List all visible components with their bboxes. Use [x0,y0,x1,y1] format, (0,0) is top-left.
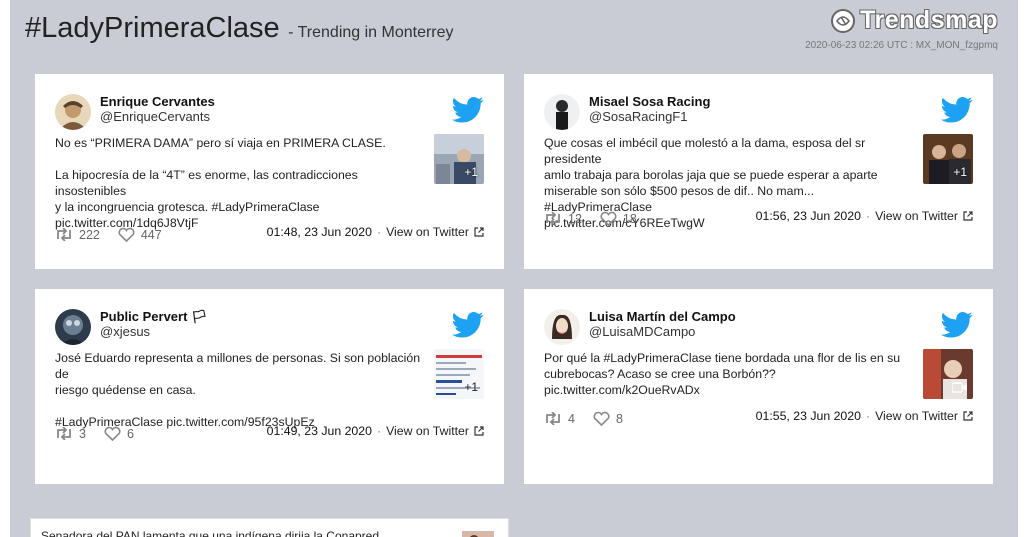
tweet-line[interactable]: pic.twitter.com/k2OueRvADx [544,382,914,398]
like-count: 8 [615,411,623,426]
twitter-bird-icon [452,97,484,123]
tweet-text: José Eduardo representa a millones de pe… [55,350,425,430]
view-on-twitter-link[interactable]: View on Twitter [875,209,958,223]
video-camera-icon [952,382,967,393]
tweet-line: No es “PRIMERA DAMA” pero sí viaja en PR… [55,136,386,150]
external-link-icon[interactable] [474,426,484,436]
media-thumbnail[interactable]: +1 [434,349,484,399]
tweet-stats: 3 6 [55,426,146,441]
heart-icon[interactable] [600,211,617,226]
separator-dot: · [865,409,871,423]
avatar[interactable] [55,94,91,130]
tweet-meta: 01:49, 23 Jun 2020 · View on Twitter [267,424,484,438]
retweet-count: 4 [568,411,575,426]
tweet-stats: 222 447 [55,227,174,242]
brand-name: Trendsmap [860,6,998,34]
tweet-time: 01:48, 23 Jun 2020 [266,225,372,239]
separator-dot: · [376,424,382,438]
tweet-text: No es “PRIMERA DAMA” pero sí viaja en PR… [55,135,425,231]
news-thumbnail [462,531,494,537]
twitter-bird-icon [941,97,973,123]
retweet-icon[interactable] [55,228,73,241]
author-name[interactable]: Luisa Martín del Campo [589,309,736,324]
like-count: 18 [622,211,637,226]
heart-icon[interactable] [104,426,121,441]
like-count: 6 [126,426,134,441]
author-name[interactable]: Enrique Cervantes [100,94,215,109]
trendsmap-brand[interactable]: Trendsmap [830,6,998,35]
tweet-text: Por qué la #LadyPrimeraClase tiene borda… [544,350,914,398]
news-headline[interactable]: Senadora del PAN lamenta que una indígen… [41,529,379,537]
tweet-line: amlo trabaja para borolas jaja que se pu… [544,168,878,182]
retweet-icon[interactable] [55,427,73,440]
twitter-bird-icon [941,312,973,338]
external-link-icon[interactable] [963,411,973,421]
separator-dot: · [865,209,871,223]
tweet-meta: 01:48, 23 Jun 2020 · View on Twitter [267,225,484,239]
media-thumbnail[interactable] [923,349,973,399]
tweet-card: Misael Sosa Racing @SosaRacingF1 Que cos… [524,74,993,269]
like-count: 447 [140,227,162,242]
author-handle[interactable]: @SosaRacingF1 [589,109,687,124]
trending-location: - Trending in Monterrey [288,24,454,41]
page-title[interactable]: #LadyPrimeraClase [25,12,280,44]
tweet-time: 01:49, 23 Jun 2020 [266,424,372,438]
retweet-count: 12 [568,211,582,226]
news-card[interactable]: Senadora del PAN lamenta que una indígen… [30,518,509,537]
tweet-card: Luisa Martín del Campo @LuisaMDCampo Por… [524,289,993,484]
avatar[interactable] [544,94,580,130]
trendsmap-logo-icon [831,8,856,33]
twitter-bird-icon [452,312,484,338]
avatar[interactable] [55,309,91,345]
timestamp-code: 2020-06-23 02:26 UTC : MX_MON_fzgpmq [805,40,998,51]
tweet-line: cubrebocas? Acaso se cree una Borbón?? [544,367,776,381]
tweet-line: La hipocresía de la “4T” es enorme, las … [55,168,358,198]
external-link-icon[interactable] [474,227,484,237]
separator-dot: · [376,225,382,239]
tweet-time: 01:55, 23 Jun 2020 [755,409,861,423]
page-header: #LadyPrimeraClase - Trending in Monterre… [25,12,454,45]
tweet-time: 01:56, 23 Jun 2020 [755,209,861,223]
media-thumbnail[interactable]: +1 [923,134,973,184]
page: #LadyPrimeraClase - Trending in Monterre… [10,0,1018,537]
view-on-twitter-link[interactable]: View on Twitter [875,409,958,423]
view-on-twitter-link[interactable]: View on Twitter [386,225,469,239]
author-handle[interactable]: @LuisaMDCampo [589,324,695,339]
tweet-card: Public Pervert 🏳 @xjesus José Eduardo re… [35,289,504,484]
external-link-icon[interactable] [963,211,973,221]
author-handle[interactable]: @EnriqueCervants [100,109,210,124]
extra-media-count: +1 [464,165,478,179]
tweet-line: Por qué la #LadyPrimeraClase tiene borda… [544,351,901,365]
retweet-count: 3 [79,426,86,441]
author-handle[interactable]: @xjesus [100,324,150,339]
tweet-line: Que cosas el imbécil que molestó a la da… [544,136,866,166]
media-thumbnail[interactable]: +1 [434,134,484,184]
extra-media-count: +1 [464,380,478,394]
heart-icon[interactable] [593,411,610,426]
tweet-card: Enrique Cervantes @EnriqueCervants No es… [35,74,504,269]
tweet-line: riesgo quédense en casa. [55,383,196,397]
author-name[interactable]: Public Pervert 🏳 [100,309,208,325]
retweet-icon[interactable] [544,412,562,425]
heart-icon[interactable] [118,227,135,242]
retweet-count: 222 [79,227,100,242]
author-name[interactable]: Misael Sosa Racing [589,94,710,109]
tweet-line: y la incongruencia grotesca. #LadyPrimer… [55,200,320,214]
avatar[interactable] [544,309,580,345]
tweet-stats: 12 18 [544,211,649,226]
tweet-line: José Eduardo representa a millones de pe… [55,351,421,381]
tweet-meta: 01:55, 23 Jun 2020 · View on Twitter [756,409,973,423]
tweet-stats: 4 8 [544,411,635,426]
tweet-meta: 01:56, 23 Jun 2020 · View on Twitter [756,209,973,223]
extra-media-count: +1 [953,165,967,179]
view-on-twitter-link[interactable]: View on Twitter [386,424,469,438]
retweet-icon[interactable] [544,212,562,225]
